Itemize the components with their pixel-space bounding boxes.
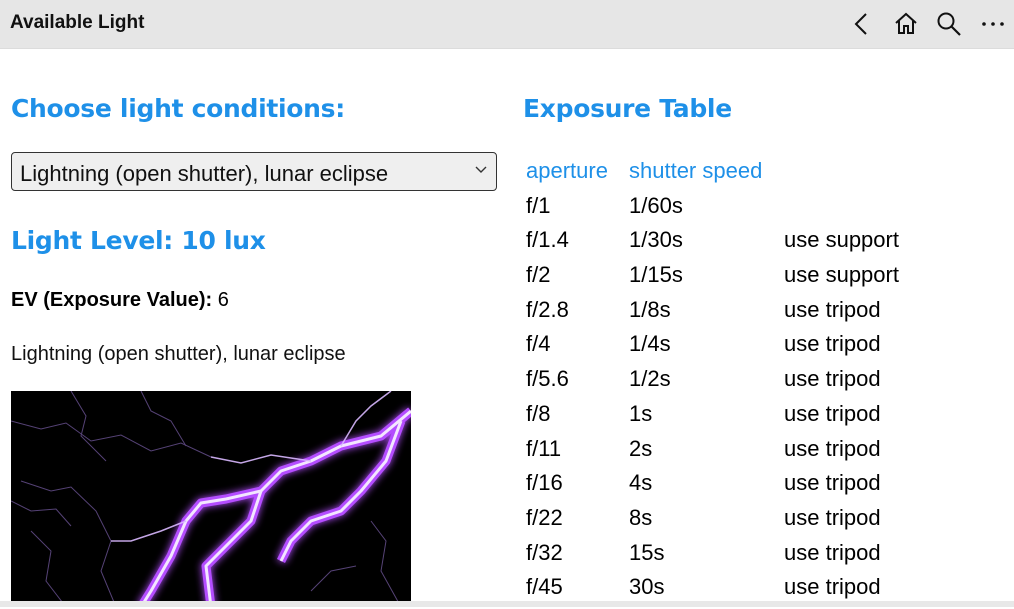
home-button[interactable] bbox=[888, 6, 924, 42]
aperture-cell: f/45 bbox=[526, 574, 563, 600]
back-arrow-icon bbox=[854, 13, 867, 35]
aperture-cell: f/32 bbox=[526, 539, 563, 565]
note-cell: use tripod bbox=[784, 504, 881, 530]
back-button[interactable] bbox=[844, 6, 880, 42]
chevron-down-icon bbox=[475, 166, 487, 173]
search-icon bbox=[937, 12, 961, 36]
light-conditions-select[interactable]: Lightning (open shutter), lunar eclipse bbox=[11, 152, 497, 191]
ev-line: EV (Exposure Value): 6 bbox=[11, 289, 229, 312]
shutter-speed-cell: 2s bbox=[629, 435, 653, 461]
aperture-cell: f/4 bbox=[526, 331, 551, 357]
choose-conditions-heading: Choose light conditions: bbox=[11, 94, 345, 123]
shutter-speed-cell: 15s bbox=[629, 539, 665, 565]
note-cell: use support bbox=[784, 227, 899, 253]
note-cell: use tripod bbox=[784, 539, 881, 565]
more-button[interactable] bbox=[975, 6, 1011, 42]
shutter-speed-cell: 1/4s bbox=[629, 331, 671, 357]
shutter-speed-cell: 30s bbox=[629, 574, 665, 600]
shutter-speed-cell: 1/15s bbox=[629, 262, 683, 288]
note-cell: use tripod bbox=[784, 435, 881, 461]
aperture-cell: f/22 bbox=[526, 504, 563, 530]
aperture-cell: f/2.8 bbox=[526, 296, 569, 322]
note-cell: use tripod bbox=[784, 400, 881, 426]
lightning-image bbox=[11, 391, 411, 607]
note-cell: use tripod bbox=[784, 574, 881, 600]
shutter-speed-cell: 1/2s bbox=[629, 366, 671, 392]
note-cell: use tripod bbox=[784, 331, 881, 357]
title-bar: Available Light bbox=[0, 0, 1014, 49]
ev-label: EV (Exposure Value): bbox=[11, 289, 213, 311]
column-header-aperture: aperture bbox=[526, 158, 608, 183]
shutter-speed-cell: 1/30s bbox=[629, 227, 683, 253]
column-header-shutter-speed: shutter speed bbox=[629, 158, 763, 183]
home-icon bbox=[895, 12, 917, 34]
aperture-cell: f/8 bbox=[526, 400, 551, 426]
aperture-cell: f/16 bbox=[526, 470, 563, 496]
app-title: Available Light bbox=[10, 12, 145, 33]
aperture-cell: f/2 bbox=[526, 262, 551, 288]
search-button[interactable] bbox=[931, 6, 967, 42]
aperture-cell: f/5.6 bbox=[526, 366, 569, 392]
note-cell: use tripod bbox=[784, 470, 881, 496]
horizontal-scrollbar[interactable] bbox=[0, 601, 1014, 607]
shutter-speed-cell: 1/8s bbox=[629, 296, 671, 322]
aperture-cell: f/1.4 bbox=[526, 227, 569, 253]
note-cell: use tripod bbox=[784, 296, 881, 322]
note-cell: use tripod bbox=[784, 366, 881, 392]
light-level-heading: Light Level: 10 lux bbox=[11, 226, 266, 255]
shutter-speed-cell: 1/60s bbox=[629, 192, 683, 218]
condition-description: Lightning (open shutter), lunar eclipse bbox=[11, 343, 346, 365]
exposure-table-heading: Exposure Table bbox=[523, 94, 732, 123]
aperture-cell: f/11 bbox=[526, 435, 562, 461]
selected-condition: Lightning (open shutter), lunar eclipse bbox=[20, 161, 389, 186]
note-cell: use support bbox=[784, 262, 899, 288]
shutter-speed-cell: 4s bbox=[629, 470, 653, 496]
shutter-speed-cell: 8s bbox=[629, 504, 653, 530]
aperture-cell: f/1 bbox=[526, 192, 551, 218]
shutter-speed-cell: 1s bbox=[629, 400, 653, 426]
ev-value: 6 bbox=[217, 289, 229, 311]
more-icon bbox=[982, 22, 1004, 26]
